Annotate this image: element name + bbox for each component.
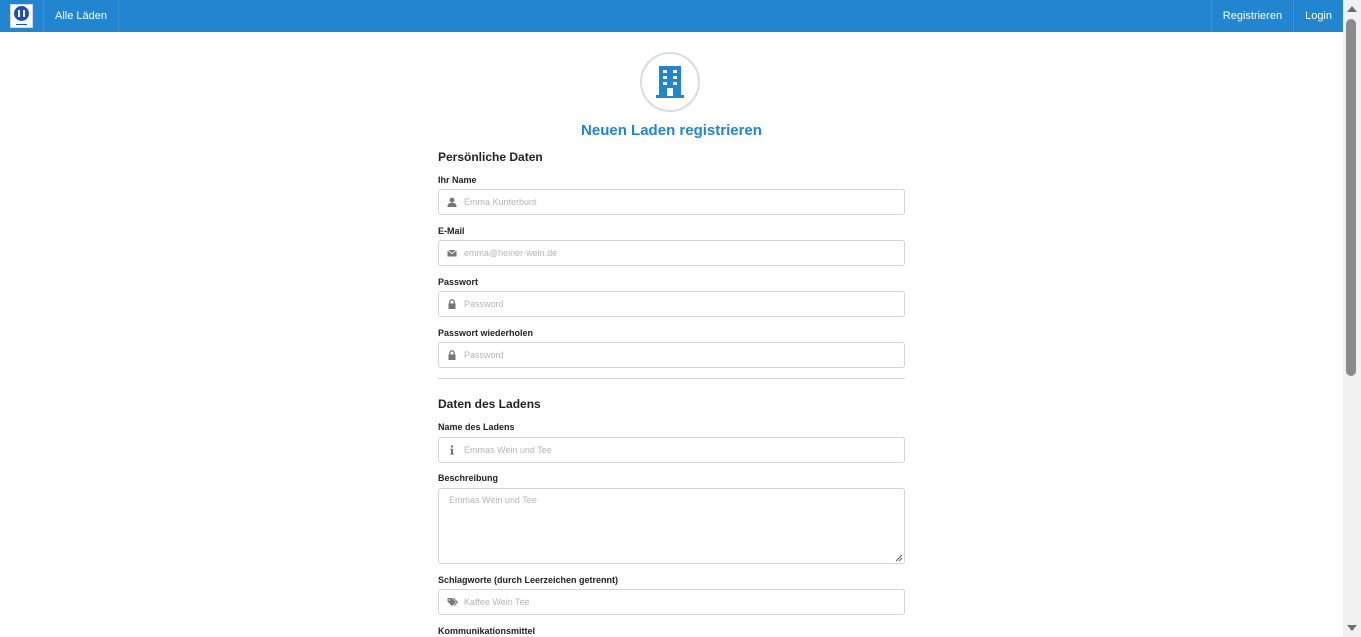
password-repeat-field bbox=[438, 342, 905, 368]
user-icon bbox=[447, 197, 457, 207]
description-label: Beschreibung bbox=[438, 473, 499, 483]
top-navigation-bar: Alle Läden Registrieren Login bbox=[0, 0, 1343, 32]
password-label: Passwort bbox=[438, 277, 479, 287]
password-repeat-label: Passwort wiederholen bbox=[438, 328, 534, 338]
tags-input[interactable] bbox=[464, 590, 894, 614]
scroll-down-arrow-icon[interactable] bbox=[1347, 625, 1357, 631]
description-textarea[interactable] bbox=[439, 489, 904, 563]
section-title-shop: Daten des Ladens bbox=[438, 397, 541, 411]
nav-all-shops-link[interactable]: Alle Läden bbox=[44, 0, 119, 32]
envelope-icon bbox=[447, 249, 457, 257]
page-title: Neuen Laden registrieren bbox=[581, 122, 762, 139]
scrollbar-thumb[interactable] bbox=[1346, 19, 1356, 376]
section-divider bbox=[438, 378, 905, 379]
password-field bbox=[438, 291, 905, 317]
tags-label: Schlagworte (durch Leerzeichen getrennt) bbox=[438, 575, 619, 585]
email-input[interactable] bbox=[464, 241, 894, 265]
vertical-scrollbar[interactable] bbox=[1343, 0, 1361, 637]
nav-register-link[interactable]: Registrieren bbox=[1210, 0, 1293, 32]
description-field bbox=[438, 488, 905, 564]
password-input[interactable] bbox=[464, 292, 894, 316]
name-field bbox=[438, 189, 905, 215]
name-input[interactable] bbox=[464, 190, 894, 214]
shop-name-field bbox=[438, 437, 905, 463]
communication-label: Kommunikationsmittel bbox=[438, 626, 536, 636]
building-icon bbox=[640, 52, 700, 112]
resize-handle-icon[interactable] bbox=[895, 554, 903, 562]
lock-icon bbox=[448, 350, 456, 360]
name-label: Ihr Name bbox=[438, 175, 477, 185]
info-icon bbox=[450, 445, 454, 455]
tags-field bbox=[438, 589, 905, 615]
shop-name-input[interactable] bbox=[464, 438, 894, 462]
shop-name-label: Name des Ladens bbox=[438, 422, 515, 432]
email-label: E-Mail bbox=[438, 226, 465, 236]
section-title-personal: Persönliche Daten bbox=[438, 150, 543, 164]
password-repeat-input[interactable] bbox=[464, 343, 894, 367]
lock-icon bbox=[448, 299, 456, 309]
logo-link[interactable] bbox=[0, 0, 44, 32]
tags-icon bbox=[447, 597, 459, 606]
shop-logo-icon bbox=[10, 4, 33, 28]
scroll-up-arrow-icon[interactable] bbox=[1347, 6, 1357, 12]
nav-login-link[interactable]: Login bbox=[1293, 0, 1343, 32]
email-field bbox=[438, 240, 905, 266]
